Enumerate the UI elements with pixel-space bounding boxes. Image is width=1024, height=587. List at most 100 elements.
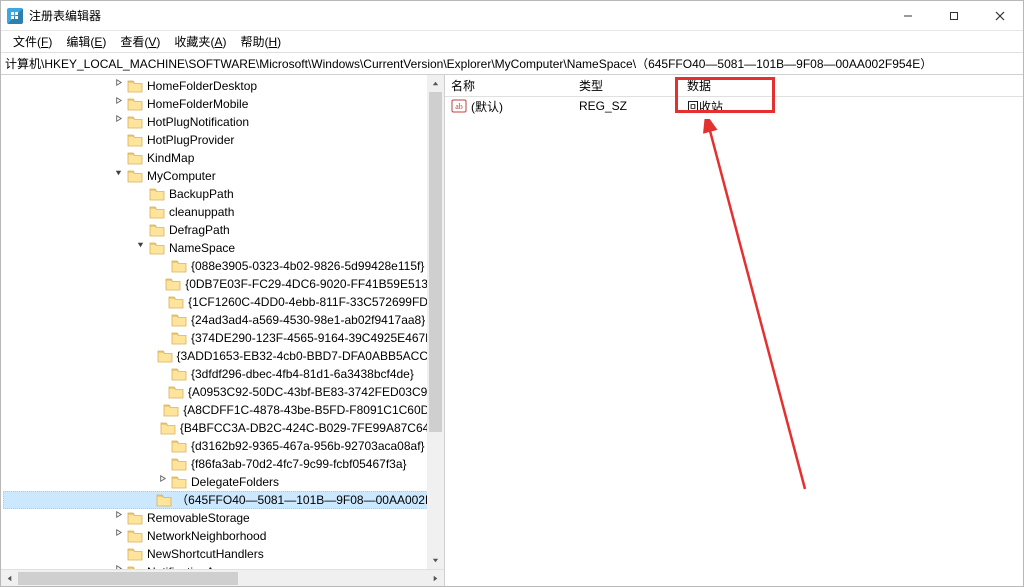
tree-row[interactable]: NotificationArea xyxy=(3,563,444,569)
expand-icon[interactable] xyxy=(155,472,169,490)
tree-row[interactable]: NameSpace xyxy=(3,239,444,257)
tree-row[interactable]: {3dfdf296-dbec-4fb4-81d1-6a3438bcf4de} xyxy=(3,365,444,383)
close-button[interactable] xyxy=(977,1,1023,30)
tree-row[interactable]: MyComputer xyxy=(3,167,444,185)
titlebar[interactable]: 注册表编辑器 xyxy=(1,1,1023,31)
tree-item-label: HotPlugProvider xyxy=(147,131,234,149)
column-name[interactable]: 名称 xyxy=(451,77,579,94)
tree-row[interactable]: （645FFO40—5081—101B—9F08—00AA002F9 xyxy=(3,491,444,509)
maximize-button[interactable] xyxy=(931,1,977,30)
registry-tree[interactable]: HomeFolderDesktopHomeFolderMobileHotPlug… xyxy=(1,75,444,569)
tree-row[interactable]: NewShortcutHandlers xyxy=(3,545,444,563)
expand-icon[interactable] xyxy=(111,112,125,130)
folder-icon xyxy=(157,349,173,363)
tree-item-label: KindMap xyxy=(147,149,194,167)
column-data[interactable]: 数据 xyxy=(687,77,1023,94)
folder-icon xyxy=(171,331,187,345)
tree-item-label: HomeFolderDesktop xyxy=(147,77,257,95)
value-name: (默认) xyxy=(471,98,579,115)
address-text: 计算机\HKEY_LOCAL_MACHINE\SOFTWARE\Microsof… xyxy=(5,55,932,72)
tree-item-label: NameSpace xyxy=(169,239,235,257)
tree-item-label: {3ADD1653-EB32-4cb0-BBD7-DFA0ABB5ACCA} xyxy=(177,347,440,365)
value-row[interactable]: (默认) REG_SZ 回收站 xyxy=(445,97,1023,115)
scroll-track[interactable] xyxy=(18,570,427,587)
tree-item-label: BackupPath xyxy=(169,185,234,203)
tree-item-label: RemovableStorage xyxy=(147,509,250,527)
expand-icon[interactable] xyxy=(111,508,125,526)
folder-icon xyxy=(168,295,184,309)
menu-favorites[interactable]: 收藏夹(A) xyxy=(168,31,232,52)
tree-row[interactable]: DefragPath xyxy=(3,221,444,239)
scroll-track[interactable] xyxy=(427,92,444,552)
tree-item-label: NewShortcutHandlers xyxy=(147,545,264,563)
address-bar[interactable]: 计算机\HKEY_LOCAL_MACHINE\SOFTWARE\Microsof… xyxy=(1,53,1023,75)
body: HomeFolderDesktopHomeFolderMobileHotPlug… xyxy=(1,75,1023,586)
column-type[interactable]: 类型 xyxy=(579,77,687,94)
tree-row[interactable]: HomeFolderDesktop xyxy=(3,77,444,95)
tree-row[interactable]: {088e3905-0323-4b02-9826-5d99428e115f} xyxy=(3,257,444,275)
tree-item-label: {B4BFCC3A-DB2C-424C-B029-7FE99A87C641} xyxy=(180,419,440,437)
tree-row[interactable]: {24ad3ad4-a569-4530-98e1-ab02f9417aa8} xyxy=(3,311,444,329)
tree-row[interactable]: KindMap xyxy=(3,149,444,167)
folder-icon xyxy=(171,439,187,453)
tree-row[interactable]: {374DE290-123F-4565-9164-39C4925E467B} xyxy=(3,329,444,347)
tree-row[interactable]: {B4BFCC3A-DB2C-424C-B029-7FE99A87C641} xyxy=(3,419,444,437)
tree-item-label: DelegateFolders xyxy=(191,473,279,491)
tree-item-label: {3dfdf296-dbec-4fb4-81d1-6a3438bcf4de} xyxy=(191,365,414,383)
tree-row[interactable]: RemovableStorage xyxy=(3,509,444,527)
tree-row[interactable]: HomeFolderMobile xyxy=(3,95,444,113)
collapse-icon[interactable] xyxy=(111,166,125,184)
expand-icon[interactable] xyxy=(111,526,125,544)
values-list[interactable]: (默认) REG_SZ 回收站 xyxy=(445,97,1023,586)
tree-vertical-scrollbar[interactable] xyxy=(427,75,444,569)
folder-icon xyxy=(160,421,176,435)
folder-icon xyxy=(127,169,143,183)
tree-item-label: {374DE290-123F-4565-9164-39C4925E467B} xyxy=(191,329,437,347)
tree-item-label: {088e3905-0323-4b02-9826-5d99428e115f} xyxy=(191,257,424,275)
folder-icon xyxy=(171,475,187,489)
menu-view[interactable]: 查看(V) xyxy=(114,31,166,52)
folder-icon xyxy=(127,151,143,165)
tree-row[interactable]: DelegateFolders xyxy=(3,473,444,491)
folder-icon xyxy=(127,115,143,129)
expand-icon[interactable] xyxy=(111,76,125,94)
folder-icon xyxy=(165,277,181,291)
tree-horizontal-scrollbar[interactable] xyxy=(1,569,444,586)
expand-icon[interactable] xyxy=(111,94,125,112)
scroll-left-button[interactable] xyxy=(1,570,18,587)
tree-row[interactable]: {3ADD1653-EB32-4cb0-BBD7-DFA0ABB5ACCA} xyxy=(3,347,444,365)
menu-help[interactable]: 帮助(H) xyxy=(234,31,287,52)
tree-row[interactable]: {d3162b92-9365-467a-956b-92703aca08af} xyxy=(3,437,444,455)
expand-icon[interactable] xyxy=(111,562,125,569)
tree-row[interactable]: cleanuppath xyxy=(3,203,444,221)
tree-row[interactable]: HotPlugProvider xyxy=(3,131,444,149)
scroll-right-button[interactable] xyxy=(427,570,444,587)
tree-row[interactable]: {0DB7E03F-FC29-4DC6-9020-FF41B59E513A} xyxy=(3,275,444,293)
scroll-thumb[interactable] xyxy=(429,92,442,432)
tree-row[interactable]: HotPlugNotification xyxy=(3,113,444,131)
minimize-button[interactable] xyxy=(885,1,931,30)
folder-icon xyxy=(171,367,187,381)
tree-row[interactable]: BackupPath xyxy=(3,185,444,203)
annotation-arrow xyxy=(695,119,825,499)
scroll-thumb[interactable] xyxy=(18,572,238,585)
tree-row[interactable]: {A8CDFF1C-4878-43be-B5FD-F8091C1C60D0} xyxy=(3,401,444,419)
collapse-icon[interactable] xyxy=(133,238,147,256)
tree-row[interactable]: {A0953C92-50DC-43bf-BE83-3742FED03C9C} xyxy=(3,383,444,401)
tree-row[interactable]: {1CF1260C-4DD0-4ebb-811F-33C572699FDE} xyxy=(3,293,444,311)
tree-row[interactable]: NetworkNeighborhood xyxy=(3,527,444,545)
tree-item-label: cleanuppath xyxy=(169,203,234,221)
folder-icon xyxy=(127,79,143,93)
app-icon xyxy=(7,8,23,24)
folder-icon xyxy=(156,493,172,507)
scroll-down-button[interactable] xyxy=(427,552,444,569)
scroll-up-button[interactable] xyxy=(427,75,444,92)
folder-icon xyxy=(168,385,184,399)
tree-item-label: DefragPath xyxy=(169,221,230,239)
folder-icon xyxy=(127,511,143,525)
menu-edit[interactable]: 编辑(E) xyxy=(60,31,112,52)
tree-item-label: {0DB7E03F-FC29-4DC6-9020-FF41B59E513A} xyxy=(185,275,440,293)
menu-file[interactable]: 文件(F) xyxy=(7,31,58,52)
regsz-icon xyxy=(451,98,467,114)
tree-row[interactable]: {f86fa3ab-70d2-4fc7-9c99-fcbf05467f3a} xyxy=(3,455,444,473)
